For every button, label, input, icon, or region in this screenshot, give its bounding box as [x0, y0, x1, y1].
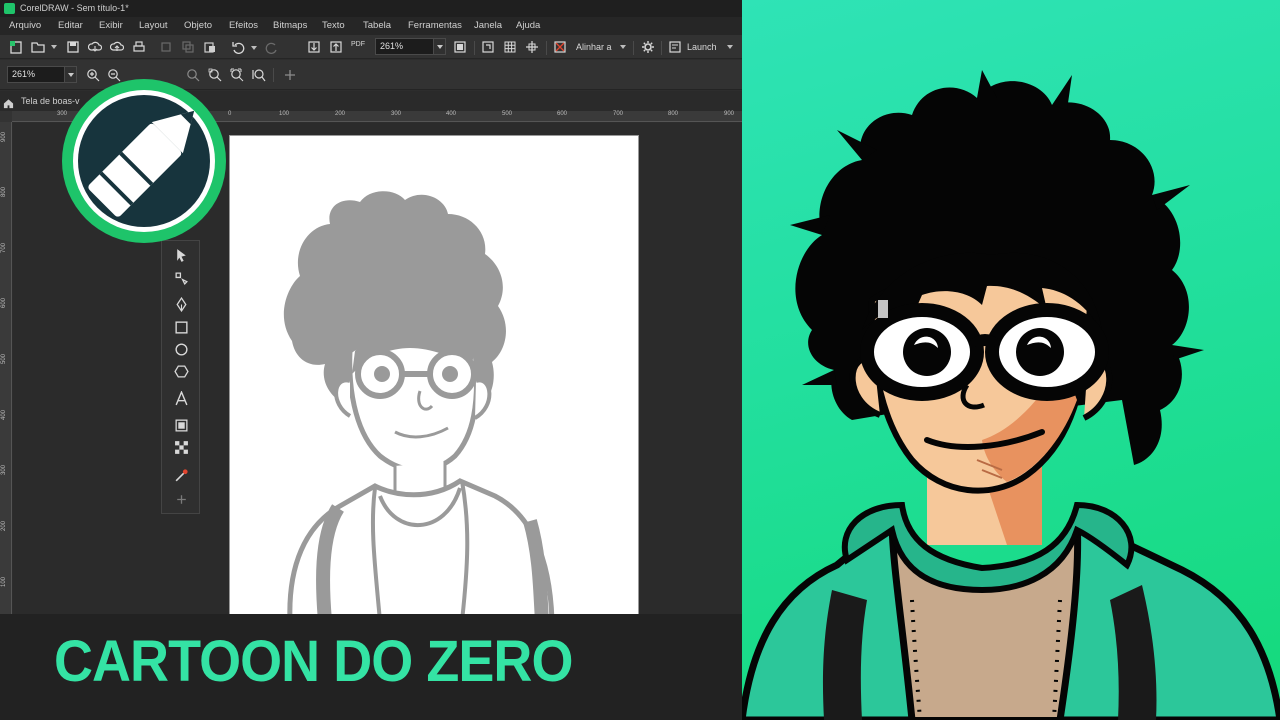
menu-janela[interactable]: Janela — [474, 17, 502, 35]
ruler-label: 900 — [724, 111, 735, 117]
export-icon[interactable] — [328, 39, 344, 55]
launch-label[interactable]: Launch — [687, 39, 717, 55]
redo-icon[interactable] — [264, 39, 280, 55]
ruler-origin[interactable] — [0, 111, 12, 122]
ruler-label: 300 — [391, 111, 402, 117]
ruler-label: 900 — [1, 131, 7, 142]
menu-efeitos[interactable]: Efeitos — [229, 17, 258, 35]
add-tool-icon[interactable] — [172, 490, 190, 508]
copy-icon[interactable] — [180, 39, 196, 55]
window-title: CorelDRAW - Sem título-1* — [20, 3, 129, 13]
headline-text: CARTOON DO ZERO — [54, 629, 573, 694]
save-icon[interactable] — [65, 39, 81, 55]
ruler-label: 800 — [668, 111, 679, 117]
align-to-label[interactable]: Alinhar a — [576, 39, 612, 55]
new-document-icon[interactable] — [8, 39, 24, 55]
menu-editar[interactable]: Editar — [58, 17, 83, 35]
menu-tabela[interactable]: Tabela — [363, 17, 391, 35]
ruler-label: 100 — [279, 111, 290, 117]
document-page[interactable] — [229, 135, 639, 620]
add-icon[interactable] — [282, 67, 298, 83]
ruler-label: 200 — [335, 111, 346, 117]
standard-toolbar: PDF 261% Alinhar a Launch — [0, 35, 742, 59]
ruler-label: 500 — [1, 353, 7, 364]
menu-exibir[interactable]: Exibir — [99, 17, 123, 35]
zoom-level-value: 261% — [380, 41, 404, 51]
ruler-label: 400 — [446, 111, 457, 117]
grid-icon[interactable] — [502, 39, 518, 55]
zoom-level-dropdown[interactable]: 261% — [375, 38, 446, 55]
property-zoom-value: 261% — [12, 69, 36, 79]
pen-tool-icon[interactable] — [172, 295, 190, 313]
paste-icon[interactable] — [202, 39, 218, 55]
ruler-label: 300 — [1, 464, 7, 475]
menu-layout[interactable]: Layout — [139, 17, 168, 35]
cut-icon[interactable] — [158, 39, 174, 55]
ruler-label: 600 — [557, 111, 568, 117]
ruler-label: 500 — [502, 111, 513, 117]
full-screen-icon[interactable] — [452, 39, 468, 55]
chevron-down-icon — [433, 39, 445, 54]
settings-gear-icon[interactable] — [640, 39, 656, 55]
rectangle-tool-icon[interactable] — [172, 318, 190, 336]
menu-texto[interactable]: Texto — [322, 17, 345, 35]
zoom-width-icon[interactable] — [251, 67, 267, 83]
guidelines-icon[interactable] — [524, 39, 540, 55]
print-icon[interactable] — [131, 39, 147, 55]
coreldraw-app-icon — [4, 3, 15, 14]
menu-ferramentas[interactable]: Ferramentas — [408, 17, 462, 35]
menu-ajuda[interactable]: Ajuda — [516, 17, 540, 35]
ellipse-tool-icon[interactable] — [172, 340, 190, 358]
ruler-label: 700 — [613, 111, 624, 117]
sketch-illustration — [283, 191, 555, 619]
transparency-tool-icon[interactable] — [172, 438, 190, 456]
cloud-upload-icon[interactable] — [109, 39, 125, 55]
polygon-tool-icon[interactable] — [172, 362, 190, 380]
undo-icon[interactable] — [230, 39, 246, 55]
menu-arquivo[interactable]: Arquivo — [9, 17, 41, 35]
title-bar: CorelDRAW - Sem título-1* — [0, 0, 742, 17]
alignment-guides-icon[interactable] — [552, 39, 568, 55]
cloud-download-icon[interactable] — [87, 39, 103, 55]
ruler-label: 700 — [1, 242, 7, 253]
publish-pdf-label[interactable]: PDF — [351, 37, 365, 53]
launch-icon[interactable] — [667, 39, 683, 55]
snap-to-icon[interactable] — [480, 39, 496, 55]
ruler-label: 800 — [1, 186, 7, 197]
ruler-label: 600 — [1, 297, 7, 308]
drop-shadow-tool-icon[interactable] — [172, 416, 190, 434]
eyedropper-tool-icon[interactable] — [172, 466, 190, 484]
text-tool-icon[interactable] — [172, 389, 190, 407]
menu-objeto[interactable]: Objeto — [184, 17, 212, 35]
coreldraw-window: CorelDRAW - Sem título-1* Arquivo Editar… — [0, 0, 742, 720]
headline-banner: CARTOON DO ZERO — [0, 614, 742, 720]
cartoon-illustration-panel — [742, 0, 1280, 720]
ruler-label: 100 — [1, 576, 7, 587]
menu-bar: Arquivo Editar Exibir Layout Objeto Efei… — [0, 17, 742, 35]
open-folder-icon[interactable] — [30, 39, 46, 55]
toolbox — [161, 240, 200, 514]
shape-tool-icon[interactable] — [172, 269, 190, 287]
menu-bitmaps[interactable]: Bitmaps — [273, 17, 307, 35]
ruler-label: 400 — [1, 409, 7, 420]
vertical-ruler[interactable]: 900 800 700 600 500 400 300 200 100 — [0, 122, 12, 620]
cartoon-boy-illustration — [742, 70, 1280, 720]
coreldraw-logo-badge — [55, 79, 233, 251]
import-icon[interactable] — [306, 39, 322, 55]
ruler-label: 200 — [1, 520, 7, 531]
